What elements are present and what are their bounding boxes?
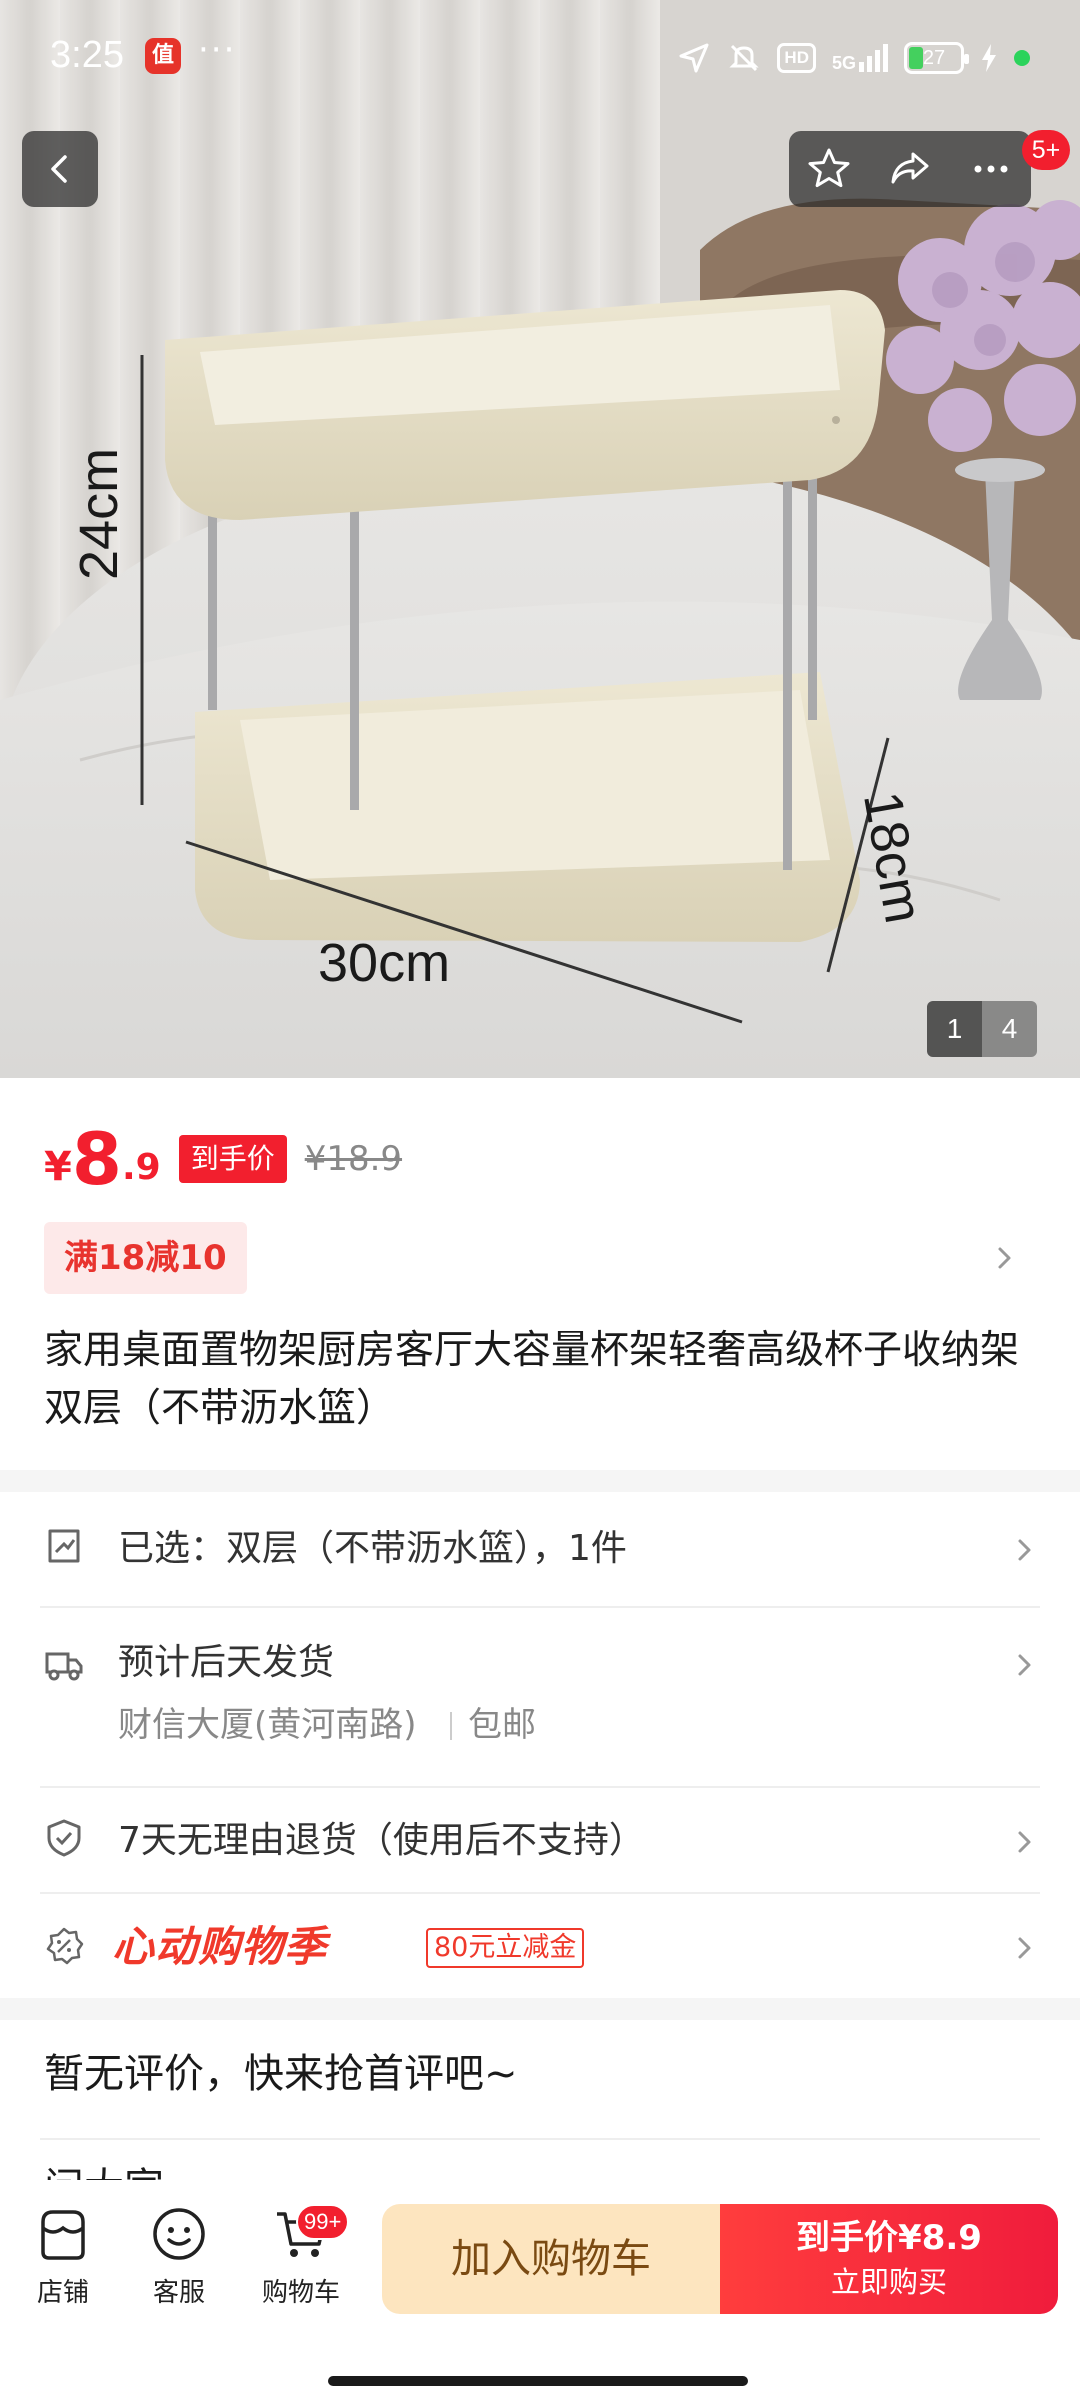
top-action-group — [789, 131, 1031, 207]
smiley-service-icon — [153, 2208, 205, 2260]
privacy-indicator-icon — [1014, 50, 1030, 66]
row-divider — [40, 1786, 1040, 1788]
back-button[interactable] — [22, 131, 98, 207]
more-notifications-icon: ··· — [198, 30, 237, 70]
app-notification-icon: 值 — [145, 38, 181, 74]
shipping-row[interactable]: 预计后天发货 财信大厦(黄河南路) 包邮 — [40, 1636, 1040, 1756]
signal-icon: 5G — [832, 44, 888, 72]
shield-check-icon — [47, 1819, 81, 1857]
row-divider — [40, 1892, 1040, 1894]
more-menu-icon[interactable] — [968, 146, 1014, 192]
cart-count-badge: 99+ — [296, 2204, 350, 2240]
silent-icon — [729, 44, 760, 72]
width-dimension-label: 30cm — [318, 933, 451, 993]
customer-service-button[interactable]: 客服 — [134, 2204, 224, 2309]
store-icon — [41, 2210, 85, 2260]
bottom-action-bar: 店铺 客服 购物车 99+ 加入购物车 到手价¥8.9 立即购买 — [0, 2180, 1080, 2400]
return-policy-row[interactable]: 7天无理由退货（使用后不支持） — [40, 1812, 1040, 1872]
chevron-right-icon — [1018, 1831, 1031, 1853]
chevron-right-icon — [1018, 1539, 1031, 1561]
chevron-right-icon — [1018, 1654, 1031, 1676]
location-icon — [679, 43, 709, 73]
spec-selection-row[interactable]: 已选：双层（不带沥水篮），1件 — [40, 1520, 1040, 1580]
hd-indicator: HD — [777, 43, 816, 73]
service-label: 客服 — [152, 2278, 205, 2308]
price-decimal: .9 — [121, 1147, 161, 1188]
buy-now-label: 立即购买 — [830, 2265, 947, 2299]
price-currency: ¥ — [44, 1144, 72, 1190]
network-type: 5G — [831, 53, 856, 73]
discount-badge-icon — [46, 1927, 84, 1965]
page-total: 4 — [982, 1001, 1037, 1057]
spec-selection-text: 已选：双层（不带沥水篮），1件 — [118, 1528, 627, 1569]
product-title: 家用桌面置物架厨房客厅大容量杯架轻奢高级杯子收纳架 双层（不带沥水篮） — [44, 1328, 1020, 1431]
coupon-chip[interactable]: 满18减10 — [44, 1222, 247, 1294]
section-separator — [0, 1470, 1080, 1492]
original-price: ¥18.9 — [304, 1139, 403, 1179]
message-count-badge: 5+ — [1022, 130, 1070, 170]
price-section: ¥ 8 .9 到手价 ¥18.9 — [44, 1115, 402, 1195]
reviews-empty-title[interactable]: 暂无评价，快来抢首评吧~ — [44, 2046, 518, 2102]
add-to-cart-button[interactable]: 加入购物车 — [382, 2204, 720, 2314]
charging-icon — [982, 44, 996, 72]
store-label: 店铺 — [36, 2278, 89, 2308]
section-separator — [0, 1998, 1080, 2020]
spec-box-icon — [48, 1529, 80, 1563]
cart-label: 购物车 — [261, 2278, 340, 2308]
promotion-tag: 80元立减金 — [426, 1928, 585, 1968]
status-time: 3:25 — [50, 34, 124, 76]
battery-icon: 27 — [904, 42, 969, 74]
delivery-address: 财信大厦(黄河南路) — [118, 1705, 417, 1745]
share-icon[interactable] — [887, 146, 933, 192]
home-indicator[interactable] — [328, 2376, 748, 2386]
favorite-star-icon[interactable] — [806, 146, 852, 192]
coupon-row[interactable]: 满18减10 — [44, 1222, 1036, 1294]
chevron-right-icon — [998, 1247, 1011, 1269]
delivery-truck-icon — [45, 1652, 83, 1681]
row-divider — [40, 1606, 1040, 1608]
address-divider — [450, 1712, 452, 1740]
free-shipping-label: 包邮 — [468, 1705, 536, 1745]
store-button[interactable]: 店铺 — [18, 2204, 108, 2309]
final-price-tag: 到手价 — [178, 1135, 287, 1183]
buy-now-button[interactable]: 到手价¥8.9 立即购买 — [720, 2204, 1058, 2314]
chevron-left-icon — [51, 155, 67, 183]
buy-price-line: 到手价¥8.9 — [796, 2218, 982, 2258]
page-current: 1 — [927, 1001, 982, 1057]
status-bar: 3:25 值 ··· HD 5G 27 — [0, 0, 1080, 118]
promotion-brand: 心动购物季 — [112, 1922, 328, 1971]
shipping-estimate: 预计后天发货 — [118, 1642, 335, 1683]
chevron-right-icon — [1018, 1937, 1031, 1959]
image-page-indicator: 1 4 — [927, 1001, 1037, 1057]
return-policy-text: 7天无理由退货（使用后不支持） — [118, 1820, 645, 1861]
height-dimension-label: 24cm — [69, 447, 129, 580]
row-divider — [40, 2138, 1040, 2140]
price-integer: 8 — [71, 1117, 122, 1201]
promotion-row[interactable]: 心动购物季 80元立减金 — [40, 1918, 1040, 1978]
